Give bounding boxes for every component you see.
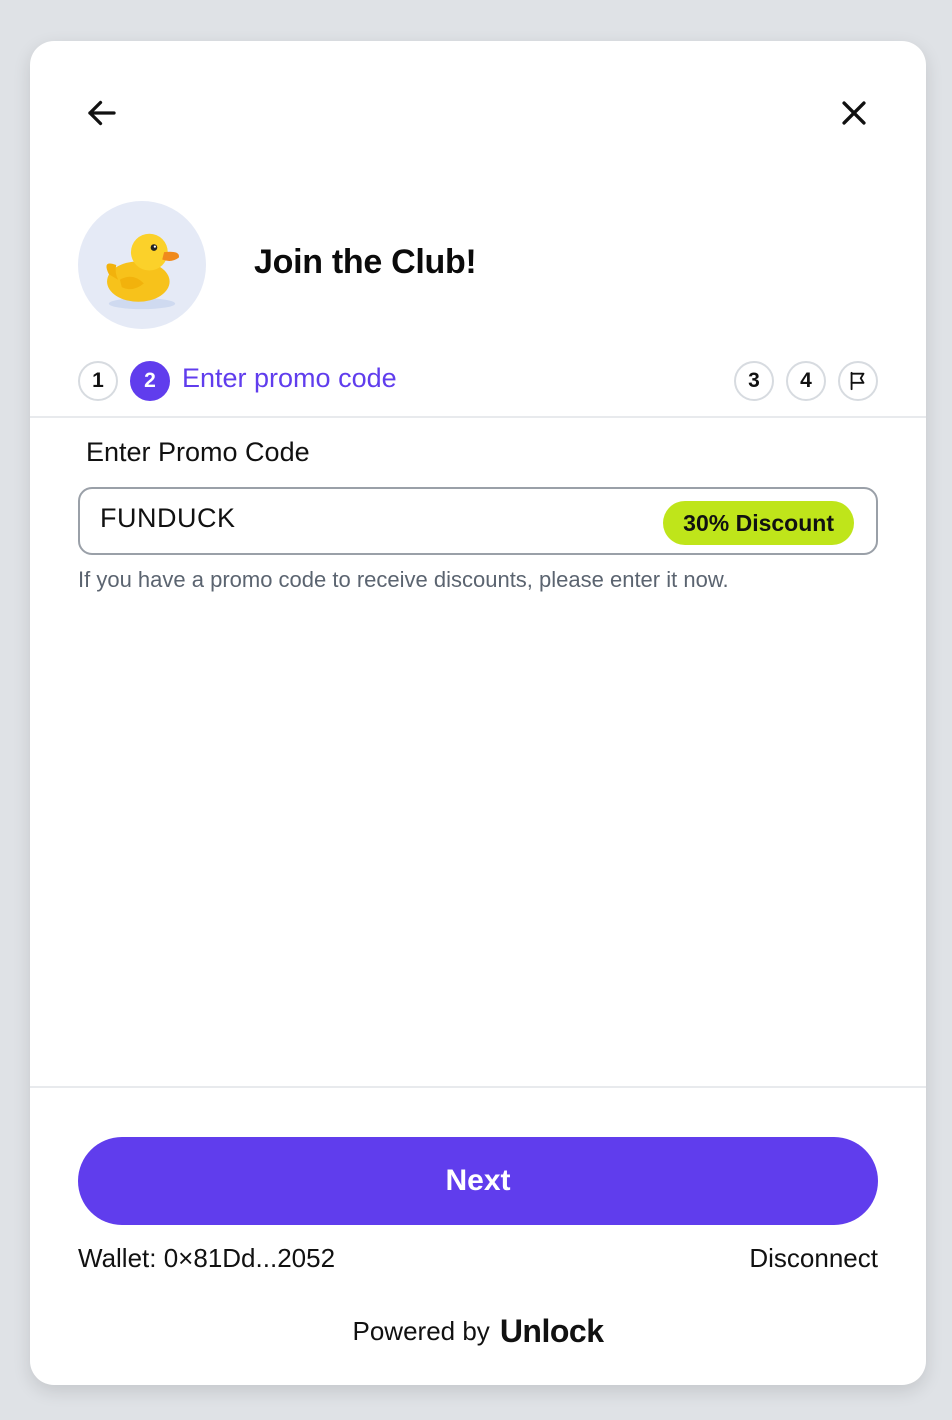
promo-label: Enter Promo Code [86, 437, 310, 467]
divider-top [30, 416, 926, 418]
divider-bottom [30, 1086, 926, 1088]
back-button[interactable] [80, 91, 124, 135]
close-button[interactable] [832, 91, 876, 135]
avatar [78, 201, 206, 329]
arrow-left-icon [88, 100, 116, 126]
step-3: 3 [734, 361, 774, 401]
powered-by: Powered by Unlock [30, 1313, 926, 1350]
step-1[interactable]: 1 [78, 361, 118, 401]
step-2: 2 [130, 361, 170, 401]
current-step-label: Enter promo code [182, 363, 397, 393]
duck-icon [106, 233, 179, 310]
promo-code-input[interactable]: FUNDUCK 30% Discount [78, 487, 878, 555]
page-title: Join the Club! [254, 243, 477, 281]
next-button[interactable]: Next [78, 1137, 878, 1225]
close-icon [842, 101, 866, 125]
powered-by-text: Powered by [352, 1316, 490, 1346]
wallet-address: Wallet: 0×81Dd...2052 [78, 1243, 336, 1273]
unlock-logo[interactable]: Unlock [500, 1313, 604, 1350]
step-4: 4 [786, 361, 826, 401]
discount-badge: 30% Discount [663, 501, 854, 545]
promo-code-value: FUNDUCK [100, 503, 236, 533]
disconnect-button[interactable]: Disconnect [749, 1243, 878, 1274]
promo-help-text: If you have a promo code to receive disc… [78, 567, 729, 592]
step-indicator: 1 2 Enter promo code 3 4 [78, 361, 878, 401]
checkout-card: Join the Club! 1 2 Enter promo code 3 4 … [30, 41, 926, 1385]
flag-icon [850, 371, 865, 391]
step-final [838, 361, 878, 401]
